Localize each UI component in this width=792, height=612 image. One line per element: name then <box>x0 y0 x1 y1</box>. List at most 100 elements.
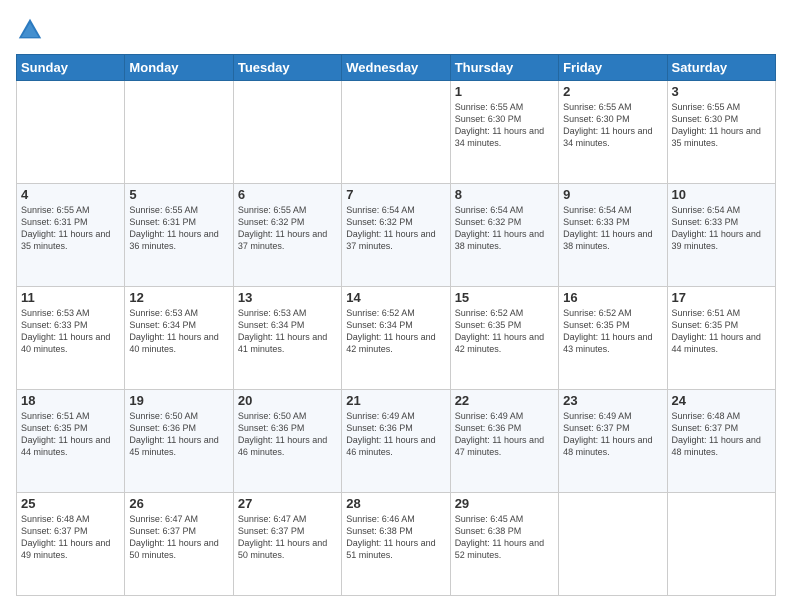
day-info: Sunrise: 6:49 AM Sunset: 6:37 PM Dayligh… <box>563 410 662 459</box>
day-number: 5 <box>129 187 228 202</box>
day-header-tuesday: Tuesday <box>233 55 341 81</box>
calendar-body: 1 Sunrise: 6:55 AM Sunset: 6:30 PM Daylig… <box>17 81 776 596</box>
calendar-cell: 10 Sunrise: 6:54 AM Sunset: 6:33 PM Dayli… <box>667 184 775 287</box>
day-number: 27 <box>238 496 337 511</box>
calendar-cell: 11 Sunrise: 6:53 AM Sunset: 6:33 PM Dayli… <box>17 287 125 390</box>
week-row-4: 18Sunrise: 6:51 AM Sunset: 6:35 PM Dayli… <box>17 390 776 493</box>
day-info: Sunrise: 6:55 AM Sunset: 6:31 PM Dayligh… <box>129 204 228 253</box>
calendar-cell: 6 Sunrise: 6:55 AM Sunset: 6:32 PM Daylig… <box>233 184 341 287</box>
calendar-cell: 15 Sunrise: 6:52 AM Sunset: 6:35 PM Dayli… <box>450 287 558 390</box>
calendar-cell: 18Sunrise: 6:51 AM Sunset: 6:35 PM Dayli… <box>17 390 125 493</box>
day-info: Sunrise: 6:54 AM Sunset: 6:32 PM Dayligh… <box>346 204 445 253</box>
calendar-cell: 2 Sunrise: 6:55 AM Sunset: 6:30 PM Daylig… <box>559 81 667 184</box>
day-number: 8 <box>455 187 554 202</box>
calendar-cell <box>342 81 450 184</box>
day-number: 9 <box>563 187 662 202</box>
page: SundayMondayTuesdayWednesdayThursdayFrid… <box>0 0 792 612</box>
calendar-cell <box>559 493 667 596</box>
day-info: Sunrise: 6:50 AM Sunset: 6:36 PM Dayligh… <box>129 410 228 459</box>
day-number: 28 <box>346 496 445 511</box>
calendar-cell: 26Sunrise: 6:47 AM Sunset: 6:37 PM Dayli… <box>125 493 233 596</box>
calendar-cell <box>233 81 341 184</box>
day-number: 3 <box>672 84 771 99</box>
day-number: 25 <box>21 496 120 511</box>
day-header-wednesday: Wednesday <box>342 55 450 81</box>
day-header-thursday: Thursday <box>450 55 558 81</box>
day-header-sunday: Sunday <box>17 55 125 81</box>
calendar-cell: 3 Sunrise: 6:55 AM Sunset: 6:30 PM Daylig… <box>667 81 775 184</box>
day-info: Sunrise: 6:55 AM Sunset: 6:30 PM Dayligh… <box>563 101 662 150</box>
day-info: Sunrise: 6:54 AM Sunset: 6:33 PM Dayligh… <box>563 204 662 253</box>
day-info: Sunrise: 6:55 AM Sunset: 6:32 PM Dayligh… <box>238 204 337 253</box>
calendar-cell: 12Sunrise: 6:53 AM Sunset: 6:34 PM Dayli… <box>125 287 233 390</box>
calendar-cell: 16 Sunrise: 6:52 AM Sunset: 6:35 PM Dayli… <box>559 287 667 390</box>
day-number: 11 <box>21 290 120 305</box>
day-number: 2 <box>563 84 662 99</box>
calendar-cell: 1 Sunrise: 6:55 AM Sunset: 6:30 PM Daylig… <box>450 81 558 184</box>
calendar-table: SundayMondayTuesdayWednesdayThursdayFrid… <box>16 54 776 596</box>
day-number: 7 <box>346 187 445 202</box>
day-number: 12 <box>129 290 228 305</box>
logo <box>16 16 48 44</box>
day-number: 19 <box>129 393 228 408</box>
day-info: Sunrise: 6:54 AM Sunset: 6:33 PM Dayligh… <box>672 204 771 253</box>
day-info: Sunrise: 6:47 AM Sunset: 6:37 PM Dayligh… <box>238 513 337 562</box>
day-info: Sunrise: 6:47 AM Sunset: 6:37 PM Dayligh… <box>129 513 228 562</box>
day-number: 17 <box>672 290 771 305</box>
day-info: Sunrise: 6:46 AM Sunset: 6:38 PM Dayligh… <box>346 513 445 562</box>
header <box>16 16 776 44</box>
day-number: 6 <box>238 187 337 202</box>
calendar-cell: 22 Sunrise: 6:49 AM Sunset: 6:36 PM Dayli… <box>450 390 558 493</box>
week-row-5: 25 Sunrise: 6:48 AM Sunset: 6:37 PM Dayli… <box>17 493 776 596</box>
calendar-cell: 29 Sunrise: 6:45 AM Sunset: 6:38 PM Dayli… <box>450 493 558 596</box>
calendar-cell <box>125 81 233 184</box>
calendar-cell: 8 Sunrise: 6:54 AM Sunset: 6:32 PM Daylig… <box>450 184 558 287</box>
calendar-cell <box>17 81 125 184</box>
calendar-cell: 27 Sunrise: 6:47 AM Sunset: 6:37 PM Dayli… <box>233 493 341 596</box>
calendar-header: SundayMondayTuesdayWednesdayThursdayFrid… <box>17 55 776 81</box>
day-info: Sunrise: 6:55 AM Sunset: 6:31 PM Dayligh… <box>21 204 120 253</box>
calendar-cell: 5 Sunrise: 6:55 AM Sunset: 6:31 PM Daylig… <box>125 184 233 287</box>
day-header-monday: Monday <box>125 55 233 81</box>
day-number: 15 <box>455 290 554 305</box>
calendar-cell: 19 Sunrise: 6:50 AM Sunset: 6:36 PM Dayli… <box>125 390 233 493</box>
calendar-cell <box>667 493 775 596</box>
day-info: Sunrise: 6:55 AM Sunset: 6:30 PM Dayligh… <box>455 101 554 150</box>
week-row-1: 1 Sunrise: 6:55 AM Sunset: 6:30 PM Daylig… <box>17 81 776 184</box>
calendar-cell: 24 Sunrise: 6:48 AM Sunset: 6:37 PM Dayli… <box>667 390 775 493</box>
day-info: Sunrise: 6:54 AM Sunset: 6:32 PM Dayligh… <box>455 204 554 253</box>
logo-icon <box>16 16 44 44</box>
day-number: 10 <box>672 187 771 202</box>
day-info: Sunrise: 6:52 AM Sunset: 6:35 PM Dayligh… <box>455 307 554 356</box>
day-info: Sunrise: 6:45 AM Sunset: 6:38 PM Dayligh… <box>455 513 554 562</box>
day-info: Sunrise: 6:52 AM Sunset: 6:35 PM Dayligh… <box>563 307 662 356</box>
calendar-cell: 7 Sunrise: 6:54 AM Sunset: 6:32 PM Daylig… <box>342 184 450 287</box>
day-info: Sunrise: 6:51 AM Sunset: 6:35 PM Dayligh… <box>21 410 120 459</box>
calendar-cell: 23 Sunrise: 6:49 AM Sunset: 6:37 PM Dayli… <box>559 390 667 493</box>
week-row-3: 11 Sunrise: 6:53 AM Sunset: 6:33 PM Dayli… <box>17 287 776 390</box>
day-info: Sunrise: 6:48 AM Sunset: 6:37 PM Dayligh… <box>21 513 120 562</box>
day-number: 21 <box>346 393 445 408</box>
day-number: 1 <box>455 84 554 99</box>
day-info: Sunrise: 6:49 AM Sunset: 6:36 PM Dayligh… <box>455 410 554 459</box>
day-info: Sunrise: 6:48 AM Sunset: 6:37 PM Dayligh… <box>672 410 771 459</box>
day-info: Sunrise: 6:53 AM Sunset: 6:33 PM Dayligh… <box>21 307 120 356</box>
day-number: 13 <box>238 290 337 305</box>
day-number: 23 <box>563 393 662 408</box>
day-number: 4 <box>21 187 120 202</box>
calendar-cell: 17Sunrise: 6:51 AM Sunset: 6:35 PM Dayli… <box>667 287 775 390</box>
day-number: 22 <box>455 393 554 408</box>
week-row-2: 4 Sunrise: 6:55 AM Sunset: 6:31 PM Daylig… <box>17 184 776 287</box>
calendar-cell: 4 Sunrise: 6:55 AM Sunset: 6:31 PM Daylig… <box>17 184 125 287</box>
day-info: Sunrise: 6:49 AM Sunset: 6:36 PM Dayligh… <box>346 410 445 459</box>
day-info: Sunrise: 6:55 AM Sunset: 6:30 PM Dayligh… <box>672 101 771 150</box>
calendar-cell: 20Sunrise: 6:50 AM Sunset: 6:36 PM Dayli… <box>233 390 341 493</box>
day-header-friday: Friday <box>559 55 667 81</box>
calendar-cell: 25 Sunrise: 6:48 AM Sunset: 6:37 PM Dayli… <box>17 493 125 596</box>
day-info: Sunrise: 6:50 AM Sunset: 6:36 PM Dayligh… <box>238 410 337 459</box>
calendar-cell: 13 Sunrise: 6:53 AM Sunset: 6:34 PM Dayli… <box>233 287 341 390</box>
day-number: 29 <box>455 496 554 511</box>
day-number: 16 <box>563 290 662 305</box>
day-number: 24 <box>672 393 771 408</box>
day-info: Sunrise: 6:53 AM Sunset: 6:34 PM Dayligh… <box>238 307 337 356</box>
